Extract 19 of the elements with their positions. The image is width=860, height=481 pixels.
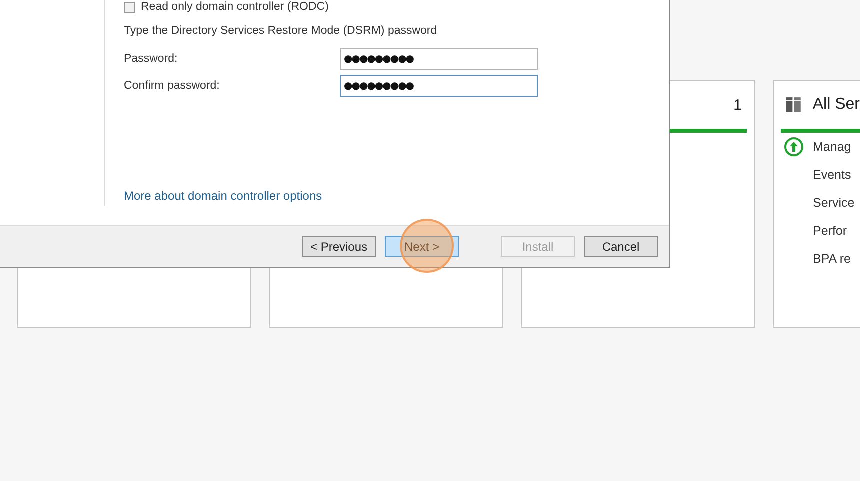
tile-item[interactable]: Service [813, 196, 855, 210]
wizard-button[interactable]: < Previous [302, 236, 376, 257]
checkbox[interactable] [124, 2, 135, 13]
servers-icon [786, 95, 801, 115]
tile-item[interactable]: Events [813, 168, 852, 182]
section-heading: Type the Directory Services Restore Mode (DSRM) password [124, 25, 438, 37]
tile-item[interactable]: BPA re [813, 252, 851, 266]
password-field[interactable]: ●●●●●●●●● [340, 48, 538, 70]
tile-item[interactable]: Perfor [813, 224, 848, 238]
tile-item[interactable]: Manag [813, 140, 852, 154]
password-field[interactable]: ●●●●●●●●● [340, 75, 538, 97]
wizard-button[interactable]: Next > [385, 236, 459, 257]
tile-title: All Ser [812, 96, 860, 114]
field-label: Confirm password: [124, 80, 221, 92]
field-label: Password: [124, 53, 179, 65]
tile-count: 1 [734, 96, 742, 114]
help-link[interactable]: More about domain controller options [124, 189, 322, 203]
checkbox-label: Read only domain controller (RODC) [141, 1, 329, 14]
wizard-button[interactable]: Cancel [584, 236, 658, 257]
